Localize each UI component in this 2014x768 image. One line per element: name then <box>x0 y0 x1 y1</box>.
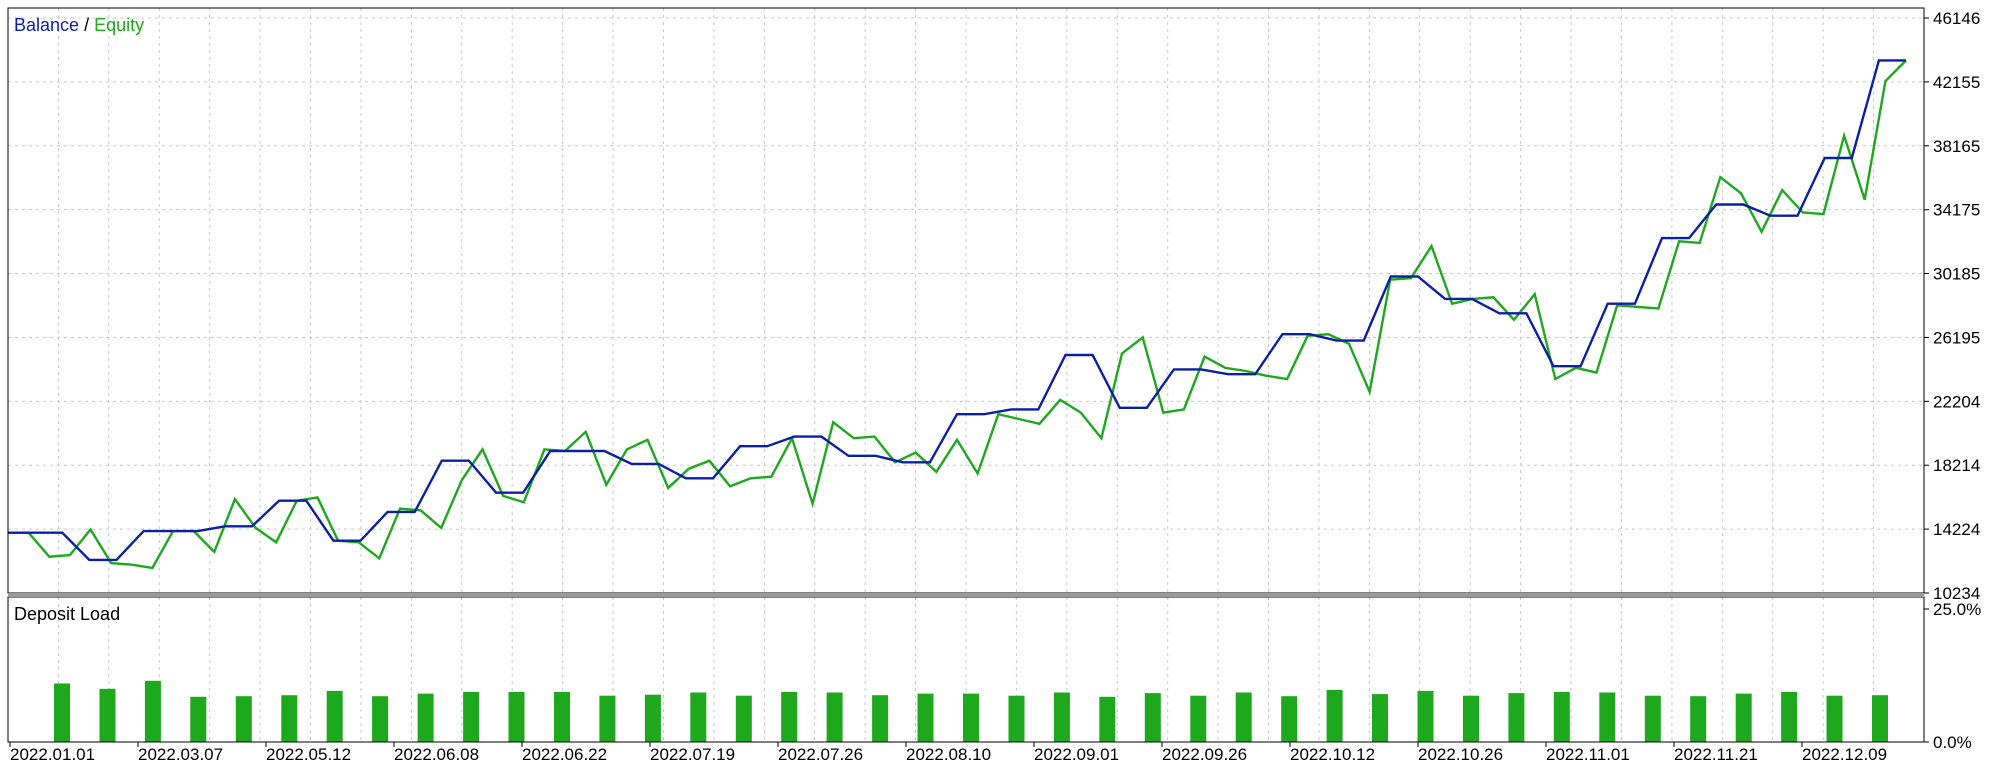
deposit-load-bar <box>1872 695 1888 742</box>
deposit-load-bar <box>1690 696 1707 742</box>
deposit-load-bar <box>599 695 616 742</box>
x-tick-label: 2022.07.19 <box>650 745 735 764</box>
y-axis-ticks: 46146 42155 38165 34175 30185 26195 22204 18214… <box>1924 9 1981 752</box>
deposit-load-bar <box>1008 695 1025 742</box>
deposit-load-bar <box>144 680 161 742</box>
deposit-load-bars <box>54 680 1888 742</box>
x-tick-label: 2022.12.09 <box>1802 745 1887 764</box>
panel-y-tick-label: 25.0% <box>1933 600 1981 619</box>
deposit-load-bar <box>1417 690 1434 742</box>
deposit-load-bar <box>554 692 570 742</box>
panel-separator <box>8 593 1924 597</box>
y-tick-label: 42155 <box>1933 73 1980 92</box>
x-tick-label: 2022.11.21 <box>1674 745 1758 764</box>
x-tick-label: 2022.07.26 <box>778 745 863 764</box>
deposit-load-bar <box>1826 695 1843 742</box>
y-tick-label: 46146 <box>1933 9 1980 28</box>
x-tick-label: 2022.06.22 <box>522 745 607 764</box>
legend-separator: / <box>79 15 94 35</box>
x-tick-label: 2022.09.26 <box>1162 745 1247 764</box>
deposit-load-bar <box>1144 693 1161 742</box>
deposit-load-bar <box>372 696 389 742</box>
deposit-load-bar <box>644 694 661 742</box>
deposit-load-bar <box>235 696 252 742</box>
deposit-load-bar <box>326 690 343 742</box>
deposit-load-bar <box>1644 695 1661 742</box>
x-tick-label: 2022.10.12 <box>1290 745 1375 764</box>
x-tick-label: 2022.09.01 <box>1034 745 1119 764</box>
deposit-load-bar <box>781 692 798 742</box>
deposit-load-bar <box>1281 696 1298 742</box>
y-tick-label: 22204 <box>1933 392 1980 411</box>
deposit-load-title: Deposit Load <box>14 604 120 624</box>
deposit-load-bar <box>1508 693 1525 742</box>
deposit-load-bar <box>281 695 298 742</box>
x-axis-ticks: 2022.01.01 2022.03.07 2022.05.12 2022.06.08… <box>9 742 1887 764</box>
deposit-load-bar <box>917 693 934 742</box>
y-tick-label: 26195 <box>1933 328 1980 347</box>
deposit-load-bar <box>1599 692 1616 742</box>
deposit-load-bar <box>1781 692 1798 742</box>
deposit-load-bar <box>1053 692 1070 742</box>
x-tick-label: 2022.06.08 <box>394 745 479 764</box>
x-tick-label: 2022.03.07 <box>138 745 223 764</box>
deposit-load-bar <box>872 695 889 742</box>
deposit-load-bar <box>1463 695 1479 742</box>
y-tick-label: 30185 <box>1933 265 1980 284</box>
deposit-load-bar <box>1372 694 1388 742</box>
x-tick-label: 2022.01.01 <box>10 745 95 764</box>
deposit-load-bar <box>463 692 480 742</box>
deposit-load-bar <box>54 683 70 742</box>
panel-y-tick-label: 0.0% <box>1933 733 1972 752</box>
deposit-load-bar <box>1735 693 1752 742</box>
deposit-load-bar <box>417 693 434 742</box>
legend-equity: Equity <box>94 15 144 35</box>
deposit-load-bar <box>963 693 979 742</box>
y-tick-label: 34175 <box>1933 201 1980 220</box>
x-tick-label: 2022.08.10 <box>906 745 991 764</box>
legend-balance: Balance <box>14 15 79 35</box>
deposit-load-bar <box>1326 689 1343 742</box>
x-tick-label: 2022.11.01 <box>1546 745 1630 764</box>
y-tick-label: 38165 <box>1933 137 1980 156</box>
deposit-load-bar <box>1553 692 1570 742</box>
y-tick-label: 18214 <box>1933 456 1980 475</box>
deposit-load-bar <box>1190 695 1207 742</box>
y-tick-label: 14224 <box>1933 520 1980 539</box>
deposit-load-bar <box>99 688 116 742</box>
deposit-load-bar <box>508 692 525 742</box>
legend: Balance / Equity <box>14 15 144 35</box>
deposit-load-bar <box>735 695 752 742</box>
deposit-load-bar <box>826 692 843 742</box>
deposit-load-bar <box>190 696 207 742</box>
deposit-load-bar <box>1099 696 1116 742</box>
balance-equity-chart: 46146 42155 38165 34175 30185 26195 22204 18214… <box>7 7 1981 764</box>
x-tick-label: 2022.10.26 <box>1418 745 1503 764</box>
deposit-load-bar <box>690 692 707 742</box>
deposit-load-bar <box>1235 692 1252 742</box>
x-tick-label: 2022.05.12 <box>266 745 351 764</box>
